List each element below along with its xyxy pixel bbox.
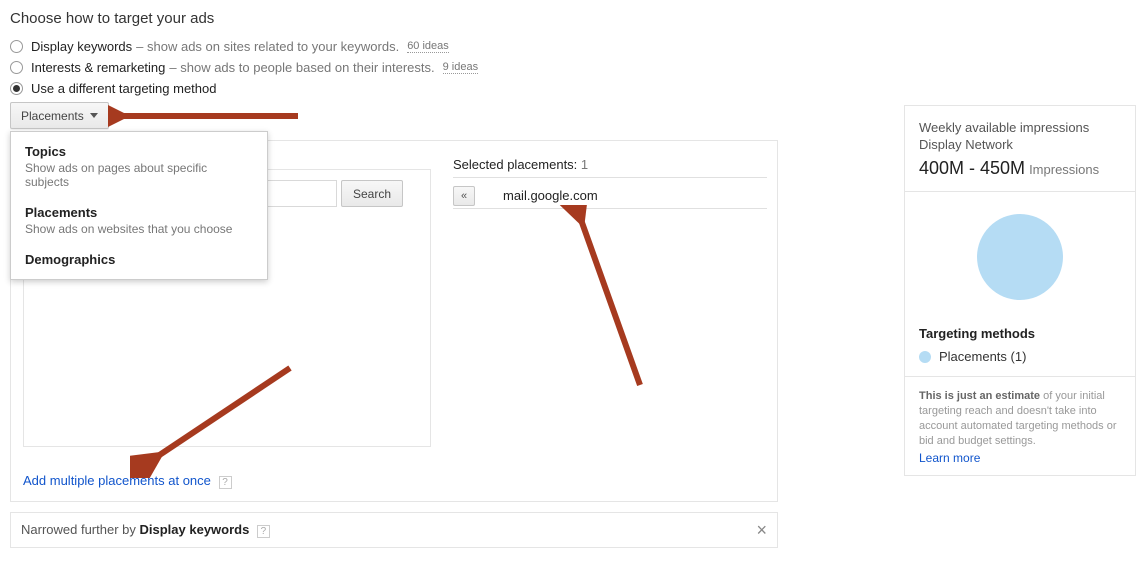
narrowed-criteria-bar[interactable]: Narrowed further by Display keywords ? × <box>10 512 778 548</box>
menu-item-demographics[interactable]: Demographics <box>11 244 267 275</box>
radio-unchecked-icon <box>10 61 23 74</box>
option-label: Use a different targeting method <box>31 81 217 96</box>
divider <box>905 191 1135 192</box>
impressions-sidebar: Weekly available impressions Display Net… <box>904 105 1136 476</box>
targeting-method-item: Placements (1) <box>919 349 1121 364</box>
legend-dot-icon <box>919 351 931 363</box>
idea-count-badge: 9 ideas <box>443 61 478 74</box>
divider <box>905 376 1135 377</box>
divider <box>453 177 767 178</box>
option-desc: – show ads on sites related to your keyw… <box>136 39 399 54</box>
chevron-down-icon <box>90 113 98 118</box>
add-link-text: Add multiple placements at once <box>23 473 211 488</box>
option-different-method[interactable]: Use a different targeting method <box>10 81 1134 96</box>
option-desc: – show ads to people based on their inte… <box>169 60 434 75</box>
targeting-method-menu: Topics Show ads on pages about specific … <box>10 131 268 280</box>
learn-more-link[interactable]: Learn more <box>919 451 1121 465</box>
help-icon[interactable]: ? <box>219 476 232 489</box>
remove-placement-button[interactable]: « <box>453 186 475 206</box>
selected-placements-header: Selected placements: 1 <box>453 157 588 172</box>
search-button[interactable]: Search <box>341 180 403 207</box>
targeting-method-dropdown[interactable]: Placements <box>10 102 109 129</box>
add-multiple-placements-link[interactable]: Add multiple placements at once ? <box>23 473 232 489</box>
page-header: Choose how to target your ads <box>10 10 1134 27</box>
targeting-methods-title: Targeting methods <box>919 326 1121 341</box>
radio-unchecked-icon <box>10 40 23 53</box>
option-label: Display keywords <box>31 39 132 54</box>
targeting-method-label: Placements (1) <box>939 349 1026 364</box>
estimate-disclaimer: This is just an estimate of your initial… <box>919 389 1121 449</box>
option-display-keywords[interactable]: Display keywords – show ads on sites rel… <box>10 39 1134 54</box>
sidebar-network: Display Network <box>919 137 1121 152</box>
close-icon[interactable]: × <box>756 520 767 541</box>
option-label: Interests & remarketing <box>31 60 165 75</box>
menu-desc: Show ads on pages about specific subject… <box>25 161 253 189</box>
menu-title: Topics <box>25 144 253 159</box>
radio-checked-icon <box>10 82 23 95</box>
menu-title: Demographics <box>25 252 253 267</box>
dropdown-label: Placements <box>21 109 84 123</box>
menu-item-topics[interactable]: Topics Show ads on pages about specific … <box>11 136 267 197</box>
narrowed-text: Narrowed further by Display keywords ? <box>21 522 270 538</box>
pie-chart-icon <box>977 214 1063 300</box>
selected-placement-text: mail.google.com <box>503 188 598 203</box>
option-interests[interactable]: Interests & remarketing – show ads to pe… <box>10 60 1134 75</box>
impressions-range: 400M - 450MImpressions <box>919 158 1121 179</box>
idea-count-badge: 60 ideas <box>407 40 449 53</box>
sidebar-title: Weekly available impressions <box>919 120 1121 135</box>
help-icon[interactable]: ? <box>257 525 270 538</box>
menu-item-placements[interactable]: Placements Show ads on websites that you… <box>11 197 267 244</box>
menu-desc: Show ads on websites that you choose <box>25 222 253 236</box>
selected-placement-row: « mail.google.com <box>453 183 767 209</box>
menu-title: Placements <box>25 205 253 220</box>
